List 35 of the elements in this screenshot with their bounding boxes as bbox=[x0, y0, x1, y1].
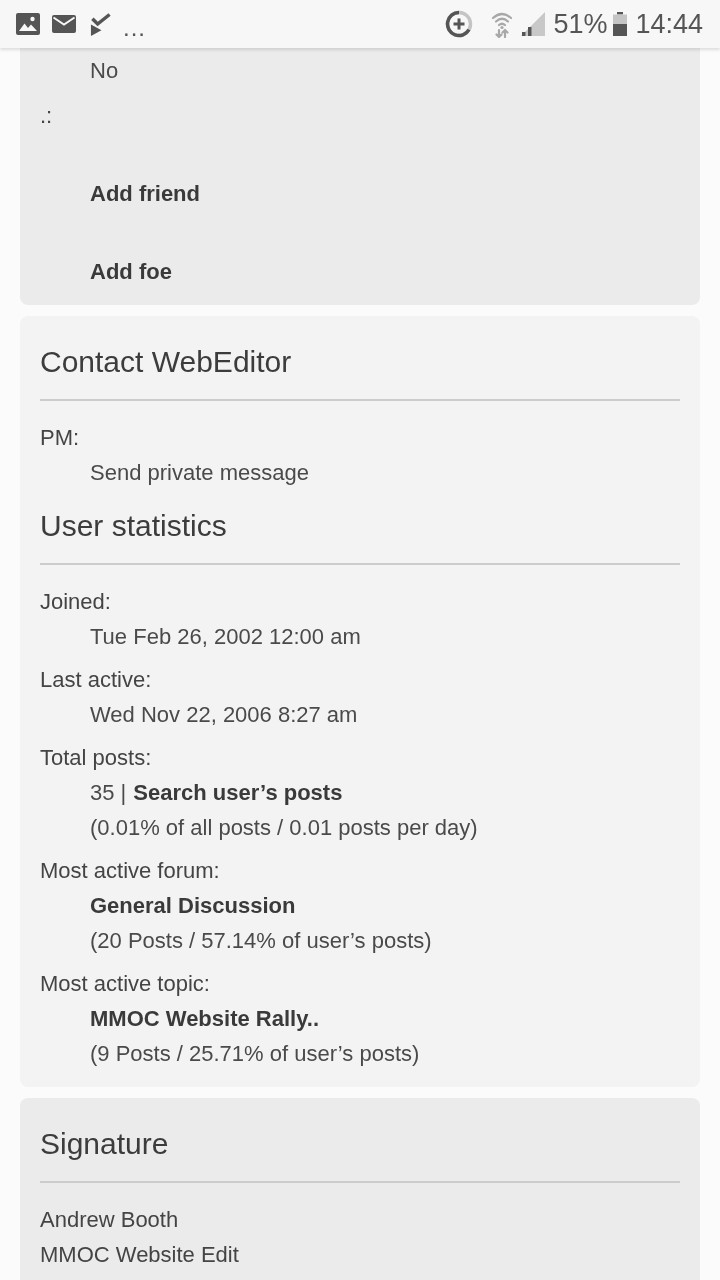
field-label: Most active forum: bbox=[40, 857, 221, 885]
field-value: (20 Posts / 57.14% of user’s posts) bbox=[90, 927, 432, 955]
field-label: Last active: bbox=[40, 666, 153, 694]
mail-icon bbox=[52, 15, 76, 33]
signal-icon bbox=[521, 12, 546, 36]
clock-time: 14:44 bbox=[635, 8, 703, 40]
field-label: Joined: bbox=[40, 588, 112, 616]
field-label: Total posts: bbox=[40, 744, 153, 772]
battery-icon bbox=[613, 12, 628, 36]
signature-text: Andrew Booth bbox=[40, 1206, 180, 1234]
wifi-icon bbox=[491, 10, 514, 38]
section-heading: Contact WebEditor bbox=[40, 344, 293, 380]
section-heading: Signature bbox=[40, 1126, 170, 1162]
battery-percent: 51% bbox=[553, 8, 608, 40]
image-icon bbox=[16, 13, 40, 35]
field-value: (0.01% of all posts / 0.01 posts per day) bbox=[90, 814, 478, 842]
profile-link[interactable]: Search user’s posts bbox=[133, 775, 343, 810]
signature-text: MMOC Website Edit bbox=[40, 1241, 240, 1269]
more-notifications-text: ... bbox=[123, 16, 146, 40]
field-value: No bbox=[90, 57, 119, 85]
profile-link[interactable]: General Discussion bbox=[90, 888, 296, 923]
plus-circle-icon bbox=[445, 10, 474, 38]
field-value: Tue Feb 26, 2002 12:00 am bbox=[90, 623, 361, 651]
message-link[interactable]: Send private message bbox=[90, 455, 309, 490]
flag-check-icon bbox=[90, 12, 111, 36]
field-value: (9 Posts / 25.71% of user’s posts) bbox=[90, 1040, 420, 1068]
profile-link[interactable]: Add friend bbox=[90, 176, 200, 211]
field-value: Wed Nov 22, 2006 8:27 am bbox=[90, 701, 358, 729]
field-label: PM: bbox=[40, 424, 81, 452]
profile-link[interactable]: Add foe bbox=[90, 254, 172, 289]
field-label: Most active topic: bbox=[40, 970, 211, 998]
field-label: .: bbox=[40, 102, 54, 130]
field-value: 35 | bbox=[90, 779, 127, 807]
section-heading: User statistics bbox=[40, 508, 228, 544]
profile-link[interactable]: MMOC Website Rally.. bbox=[90, 1001, 319, 1036]
